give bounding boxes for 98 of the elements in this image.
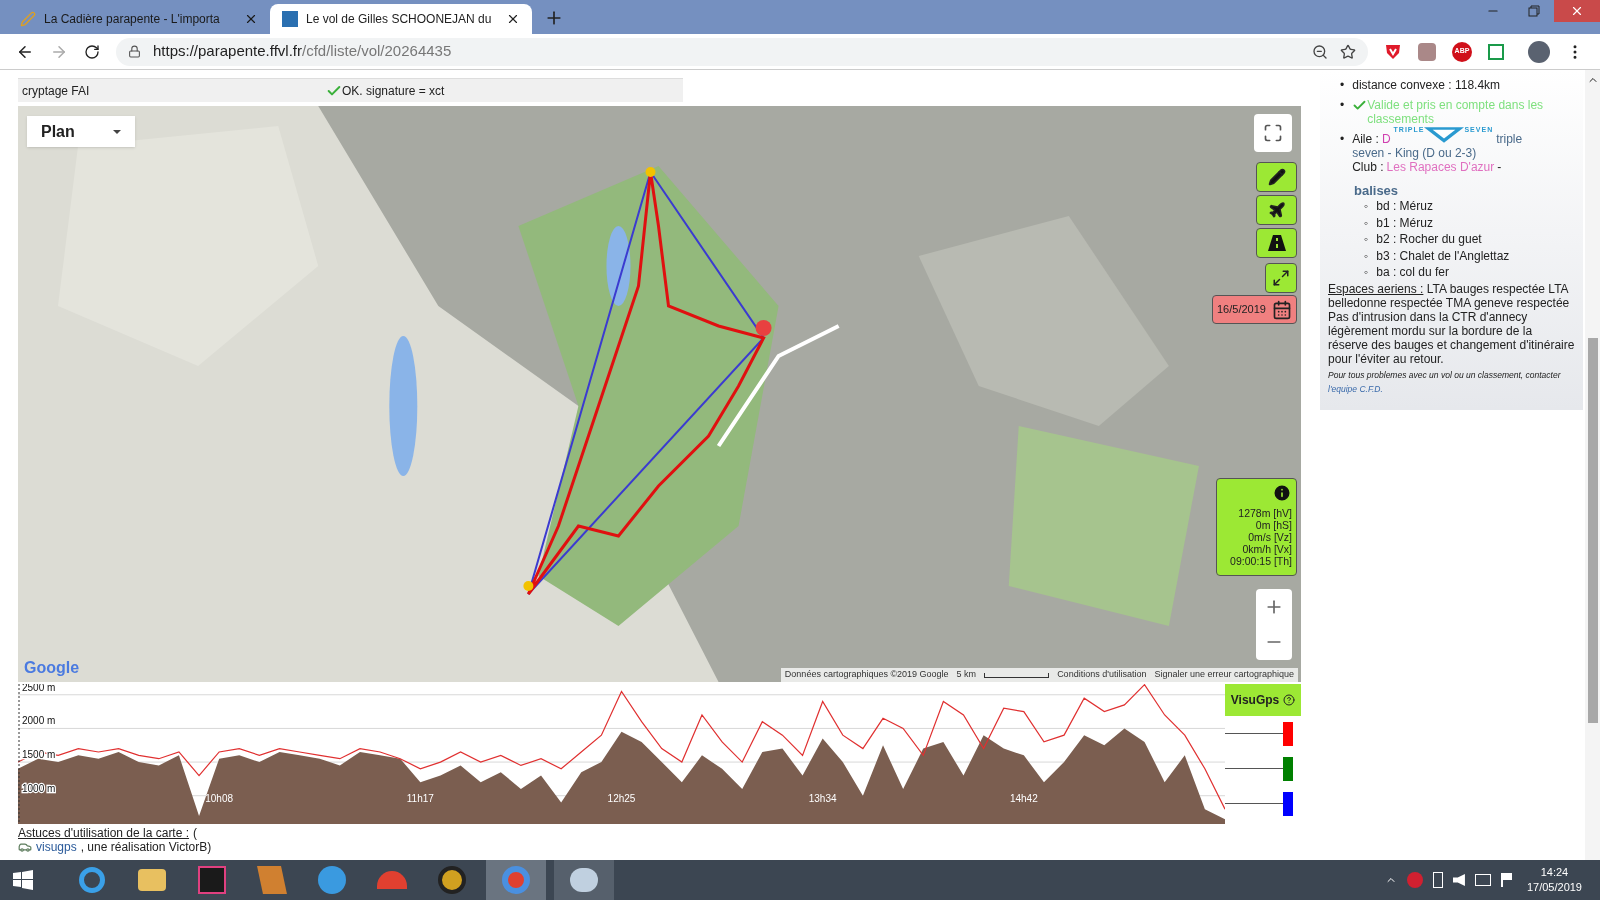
contact-text: Pour tous problemes avec un vol ou un classement, contacter l'equipe C.F.D. bbox=[1328, 368, 1562, 396]
help-icon[interactable] bbox=[1283, 694, 1296, 706]
edit-button[interactable] bbox=[1256, 162, 1297, 192]
axis-label: 2500 m bbox=[22, 684, 56, 693]
table-cell-text: cryptage FAI bbox=[21, 82, 91, 100]
avatar-icon[interactable] bbox=[1528, 40, 1550, 63]
chevron-logo-icon bbox=[1424, 126, 1465, 144]
scale-bar-icon bbox=[984, 672, 1050, 678]
pen-icon bbox=[20, 11, 36, 27]
browser-tab[interactable]: La Cadière parapente - L'importa bbox=[8, 4, 270, 34]
channel-marker[interactable] bbox=[1283, 756, 1293, 781]
channel-marker[interactable] bbox=[1283, 791, 1293, 816]
fullscreen-button[interactable] bbox=[1254, 114, 1292, 152]
close-icon[interactable] bbox=[506, 12, 520, 26]
shield-icon[interactable] bbox=[1384, 42, 1402, 61]
bullet-text: ◦ bbox=[1364, 231, 1369, 248]
beacon-text: b2 : Rocher du guet bbox=[1376, 231, 1482, 248]
beacon-text: b1 : Méruz bbox=[1376, 214, 1433, 231]
star-icon[interactable] bbox=[1340, 43, 1356, 60]
bullet-text: • bbox=[1340, 98, 1345, 114]
wing-name: triple bbox=[1496, 132, 1523, 146]
address-field[interactable]: https://parapente.ffvl.fr/cfd/liste/vol/20264435 bbox=[116, 37, 1368, 66]
visugps-badge[interactable]: VisuGps bbox=[1225, 684, 1301, 716]
tab-title: La Cadière parapente - L'importa bbox=[44, 11, 221, 28]
check-icon bbox=[1352, 98, 1368, 113]
clock-date: 17/05/2019 bbox=[1526, 880, 1582, 895]
windows-logo-icon[interactable] bbox=[13, 870, 33, 890]
validation-text: Valide et pris en compte dans les classements bbox=[1367, 98, 1545, 126]
club-suffix: - bbox=[1497, 160, 1502, 174]
tips-link[interactable]: Astuces d'utilisation de la carte : bbox=[18, 826, 190, 840]
clock-time: 14:24 bbox=[1540, 865, 1569, 880]
axis-label: 12h25 bbox=[607, 793, 636, 804]
readout-text: 1278m [hV] bbox=[1238, 507, 1292, 519]
report-link[interactable]: Signaler une erreur cartographique bbox=[1154, 668, 1294, 682]
readout-text: 09:00:15 [Th] bbox=[1230, 555, 1292, 567]
restore-icon[interactable] bbox=[1528, 5, 1540, 17]
layer-select[interactable]: Plan bbox=[27, 116, 135, 147]
calendar-icon bbox=[1272, 299, 1292, 320]
wing-name: seven - King (D ou 2-3) bbox=[1352, 146, 1478, 160]
club-label: Club : bbox=[1352, 160, 1384, 174]
car-icon bbox=[18, 840, 32, 854]
distance-text: distance convexe : 118.4km bbox=[1352, 78, 1501, 92]
beacon-text: ba : col du fer bbox=[1376, 264, 1449, 281]
wing-label: Aile : bbox=[1352, 132, 1379, 146]
attribution-text: Données cartographiques ©2019 Google bbox=[784, 668, 949, 682]
plane-button[interactable] bbox=[1256, 195, 1297, 225]
site-icon bbox=[282, 11, 298, 27]
date-badge[interactable]: 16/5/2019 bbox=[1212, 295, 1297, 324]
flag-icon[interactable] bbox=[1500, 873, 1513, 887]
readout-text: 0m/s [Vz] bbox=[1248, 531, 1292, 543]
axis-label: 10h08 bbox=[205, 793, 234, 804]
bullet-text: ◦ bbox=[1364, 264, 1369, 281]
readout-text: 0km/h [Vx] bbox=[1242, 543, 1292, 555]
axis-label: 14h42 bbox=[1009, 793, 1038, 804]
axis-label: 11h17 bbox=[406, 793, 434, 804]
beacon-text: b3 : Chalet de l'Anglettaz bbox=[1376, 247, 1510, 264]
pencil-icon bbox=[1267, 168, 1286, 186]
speaker-icon[interactable] bbox=[1452, 874, 1465, 886]
zoom-out-icon[interactable] bbox=[1312, 43, 1328, 60]
info-icon[interactable] bbox=[1272, 483, 1292, 503]
bullet-text: • bbox=[1340, 132, 1345, 148]
road-button[interactable] bbox=[1256, 228, 1297, 258]
bullet-text: ◦ bbox=[1364, 214, 1369, 231]
team-link[interactable]: l'equipe C.F.D. bbox=[1328, 383, 1383, 394]
credit-text: , une réalisation VictorB) bbox=[80, 840, 212, 854]
visugps-link[interactable]: visugps bbox=[36, 840, 77, 854]
map[interactable]: Plan 16/5/2019 1278m [hV] 0m [hS] 0m/s [Vz] 0km/h [Vx] 09:00:15 [Th] Google Données cartographiques ©2019 Google 5 km Conditions d'utilisation Signaler une erreur cartographique bbox=[18, 106, 1301, 682]
url-text: https://parapente.ffvl.fr/cfd/liste/vol/20264435 bbox=[153, 41, 452, 62]
map-logo: Google bbox=[24, 658, 80, 678]
paren-text: ( bbox=[193, 826, 198, 840]
road-icon bbox=[1266, 234, 1287, 252]
scrollbar-thumb[interactable] bbox=[1587, 338, 1598, 723]
bullet-text: ◦ bbox=[1364, 247, 1369, 264]
expand-button[interactable] bbox=[1265, 263, 1297, 293]
airspace-text: Espaces aeriens : LTA bauges respectée LTA belledonne respectée TMA geneve respectée Pas d'intrusion dans la CTR d'annecy légèrement mordu sur la bordure de la réserve des bauges et changement d'itinéraire pour l'éviter au retour. bbox=[1328, 281, 1575, 366]
axis-label: 1000 m bbox=[22, 782, 56, 794]
browser-tab[interactable]: Le vol de Gilles SCHOONEJAN du bbox=[270, 4, 532, 34]
date-text: 16/5/2019 bbox=[1217, 302, 1266, 318]
beacon-text: bd : Méruz bbox=[1376, 198, 1433, 215]
table-cell-text: OK. signature = xct bbox=[342, 82, 445, 100]
expand-icon bbox=[1272, 269, 1290, 287]
plane-icon bbox=[1267, 201, 1286, 219]
scale-text: 5 km bbox=[956, 668, 977, 682]
beacons-heading: balises bbox=[1353, 184, 1400, 198]
visugps-label: VisuGps bbox=[1230, 692, 1280, 709]
readout-text: 0m [hS] bbox=[1255, 519, 1292, 531]
axis-label: 2000 m bbox=[22, 715, 56, 727]
terms-link[interactable]: Conditions d'utilisation bbox=[1057, 668, 1147, 682]
bullet-text: ◦ bbox=[1364, 198, 1369, 215]
fullscreen-icon bbox=[1263, 123, 1283, 143]
axis-label: 13h34 bbox=[808, 793, 837, 804]
extension-icon[interactable] bbox=[1488, 43, 1504, 60]
wing-class: D bbox=[1381, 132, 1391, 146]
tab-title: Le vol de Gilles SCHOONEJAN du bbox=[306, 11, 493, 28]
bullet-text: • bbox=[1340, 78, 1345, 92]
lock-icon bbox=[128, 45, 141, 58]
reload-icon[interactable] bbox=[84, 43, 100, 60]
channel-marker[interactable] bbox=[1283, 721, 1293, 746]
